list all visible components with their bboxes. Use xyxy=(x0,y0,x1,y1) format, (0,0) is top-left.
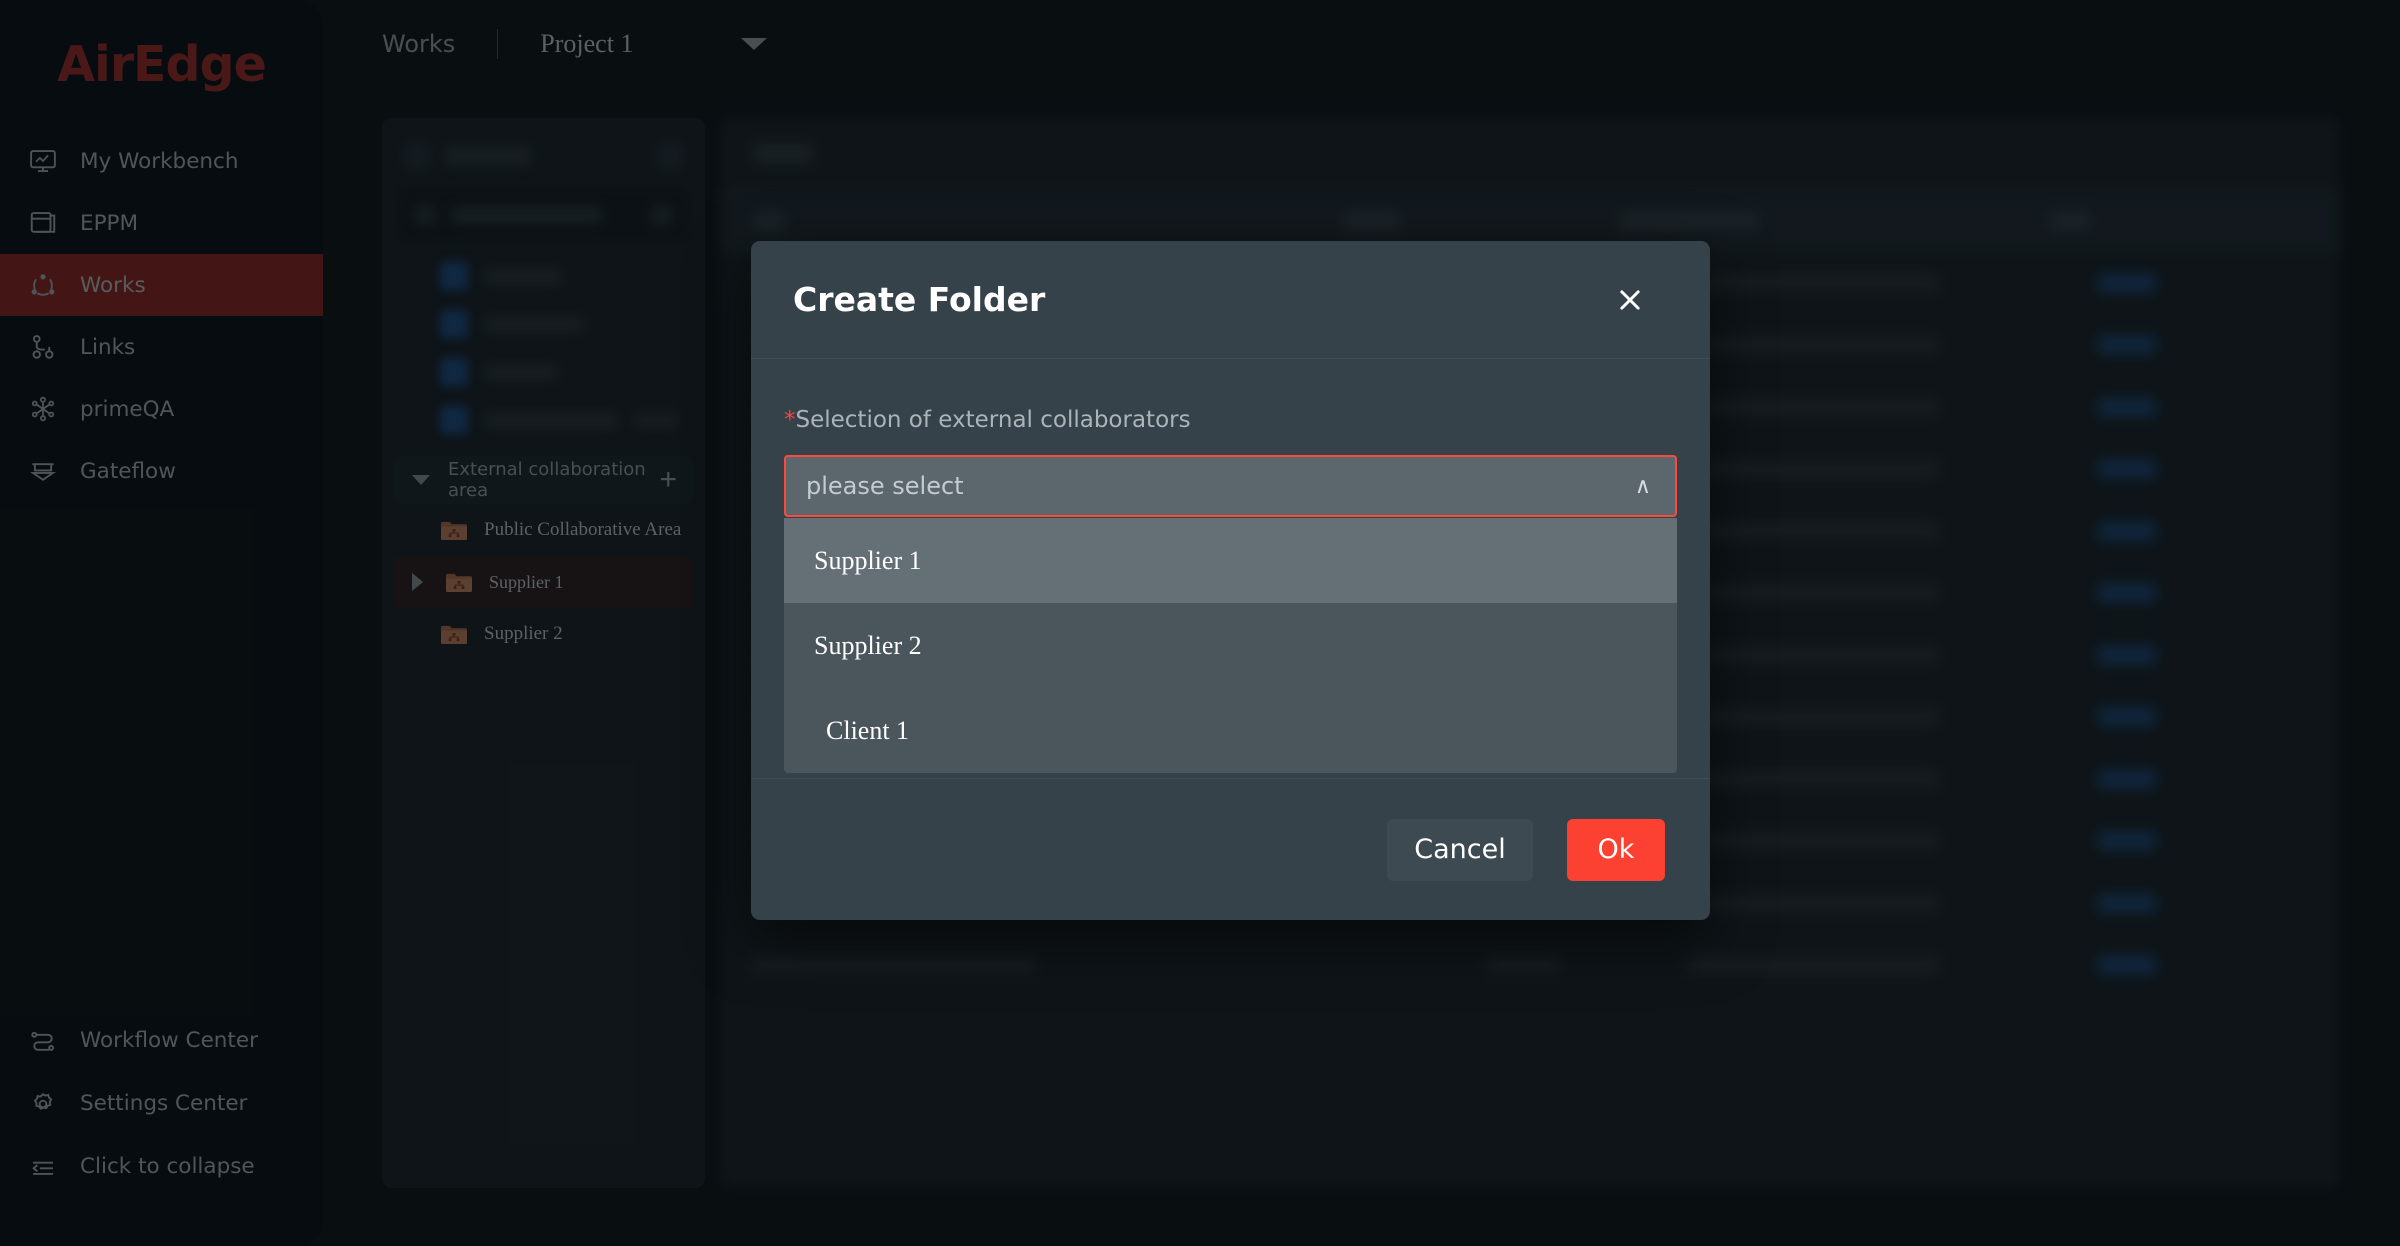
ok-button[interactable]: Ok xyxy=(1567,818,1665,881)
dropdown-option-supplier-2[interactable]: Supplier 2 xyxy=(784,603,1677,688)
dialog-body: *Selection of external collaborators ple… xyxy=(751,359,1710,778)
dropdown-option-supplier-1[interactable]: Supplier 1 xyxy=(784,518,1677,603)
dialog-title: Create Folder xyxy=(793,280,1046,319)
dropdown-option-client-1[interactable]: Client 1 xyxy=(784,688,1677,773)
field-label-text: Selection of external collaborators xyxy=(795,407,1191,433)
collaborator-select[interactable]: please select ∧ xyxy=(784,455,1677,517)
close-icon[interactable] xyxy=(1608,278,1652,322)
required-marker: * xyxy=(784,407,796,433)
dialog-header: Create Folder xyxy=(751,241,1710,359)
chevron-up-icon: ∧ xyxy=(1634,473,1651,498)
dialog-footer: Cancel Ok xyxy=(751,778,1710,920)
collaborator-dropdown: Supplier 1 Supplier 2 Client 1 xyxy=(784,518,1677,773)
collaborator-field-label: *Selection of external collaborators xyxy=(784,407,1677,433)
cancel-button[interactable]: Cancel xyxy=(1387,818,1533,881)
app-root: AirEdge My Workbench xyxy=(0,0,2400,1246)
create-folder-dialog: Create Folder *Selection of external col… xyxy=(751,241,1710,920)
select-placeholder: please select xyxy=(806,472,964,500)
